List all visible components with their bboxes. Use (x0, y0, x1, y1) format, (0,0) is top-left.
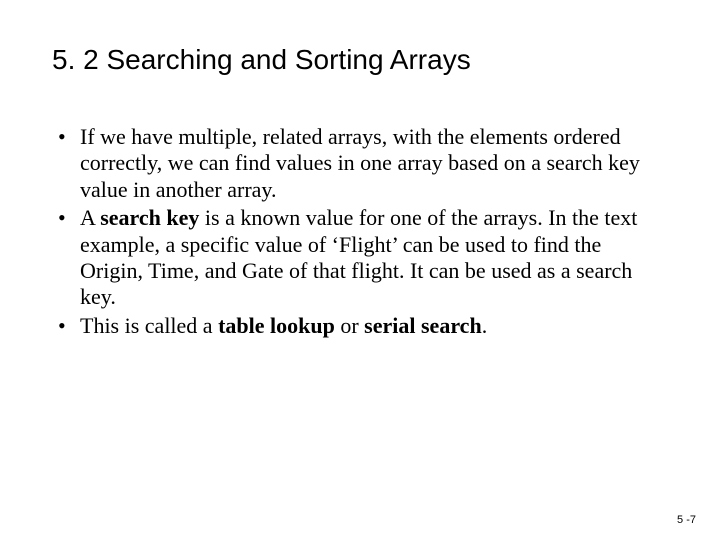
bullet-item-2: A search key is a known value for one of… (56, 205, 664, 311)
bullet-bold-3b: serial search (364, 313, 482, 338)
bullet-item-3: This is called a table lookup or serial … (56, 313, 664, 339)
bullet-text-3c: . (482, 313, 488, 338)
bullet-list: If we have multiple, related arrays, wit… (56, 124, 664, 339)
page-number: 5 -7 (677, 514, 696, 526)
bullet-text-3a: This is called a (80, 313, 218, 338)
slide-title: 5. 2 Searching and Sorting Arrays (52, 44, 668, 76)
bullet-item-1: If we have multiple, related arrays, wit… (56, 124, 664, 203)
slide: 5. 2 Searching and Sorting Arrays If we … (0, 0, 720, 540)
bullet-bold-2a: search key (100, 205, 199, 230)
bullet-text-3b: or (335, 313, 364, 338)
bullet-text-2a: A (80, 205, 100, 230)
bullet-bold-3a: table lookup (218, 313, 335, 338)
bullet-text-1: If we have multiple, related arrays, wit… (80, 124, 640, 202)
slide-body: If we have multiple, related arrays, wit… (56, 124, 664, 341)
